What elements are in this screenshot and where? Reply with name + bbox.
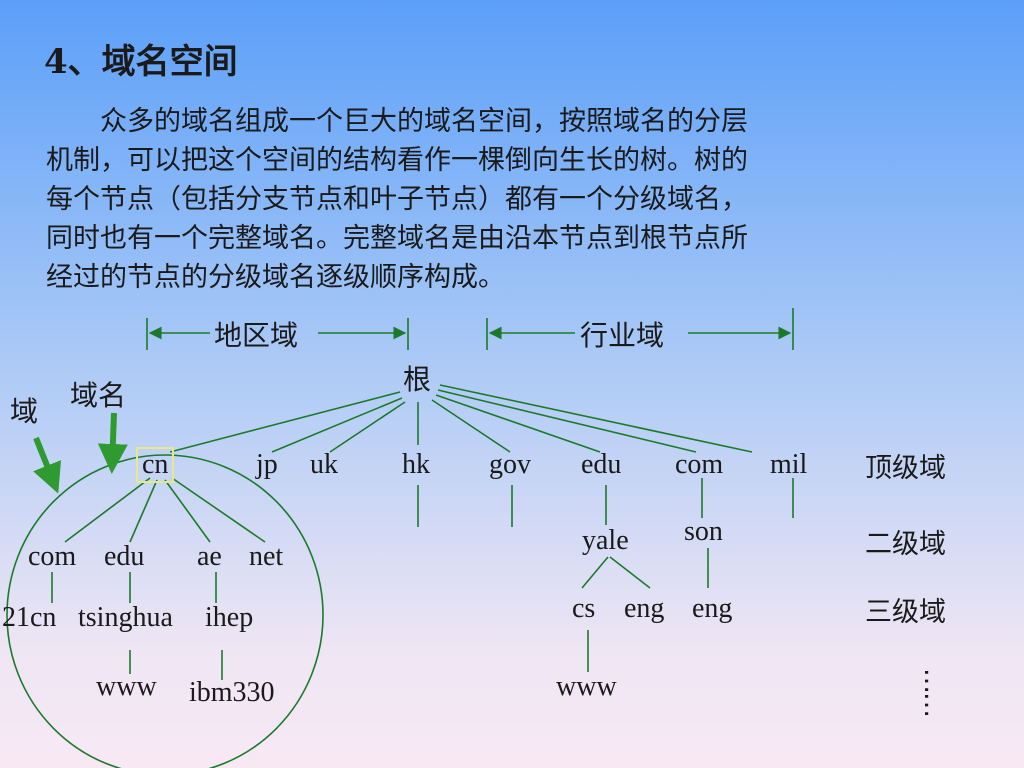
root-node: 根 bbox=[403, 363, 432, 396]
domain-pointer-arrow bbox=[33, 436, 62, 494]
tree-diagram-lines bbox=[6, 308, 794, 768]
top-level-label: 顶级域 bbox=[865, 453, 946, 484]
node-tsinghua: tsinghua bbox=[78, 602, 173, 633]
region-domain-label: 地区域 bbox=[214, 319, 299, 352]
more-levels-ellipsis: …… bbox=[918, 668, 948, 716]
node-cs: cs bbox=[572, 593, 596, 624]
node-son-eng: eng bbox=[692, 593, 733, 624]
node-ihep: ihep bbox=[205, 602, 254, 633]
edge-root-jp bbox=[271, 397, 403, 453]
domain-label: 域 bbox=[10, 395, 39, 428]
node-21cn: 21cn bbox=[2, 602, 57, 633]
node-gov: gov bbox=[489, 449, 531, 480]
node-mil: mil bbox=[770, 449, 808, 480]
domain-name-label: 域名 bbox=[70, 379, 127, 412]
node-cn-net: net bbox=[249, 541, 284, 572]
node-hk: hk bbox=[402, 449, 430, 480]
edge-cn-com bbox=[64, 477, 151, 543]
domain-name-pointer-arrow bbox=[97, 412, 128, 474]
node-edu: edu bbox=[581, 449, 622, 480]
node-son: son bbox=[684, 516, 723, 547]
node-cn-edu: edu bbox=[104, 541, 145, 572]
node-cn-com: com bbox=[28, 541, 77, 572]
edge-yale-cs bbox=[581, 556, 609, 589]
third-level-label: 三级域 bbox=[865, 597, 946, 628]
edge-root-com bbox=[437, 389, 697, 453]
second-level-label: 二级域 bbox=[865, 529, 946, 560]
node-cn: cn bbox=[135, 447, 175, 483]
node-tsinghua-www: www bbox=[96, 671, 157, 702]
industry-domain-label: 行业域 bbox=[580, 319, 665, 352]
node-cn-ae: ae bbox=[197, 541, 222, 572]
node-yale: yale bbox=[582, 525, 629, 556]
node-cs-www: www bbox=[556, 671, 617, 702]
edge-root-uk bbox=[329, 401, 406, 453]
node-com: com bbox=[675, 449, 724, 480]
node-yale-eng: eng bbox=[624, 593, 665, 624]
node-jp: jp bbox=[256, 449, 278, 480]
node-ibm330: ibm330 bbox=[189, 677, 275, 708]
node-uk: uk bbox=[310, 449, 338, 480]
edge-root-cn bbox=[169, 391, 401, 453]
edge-root-mil bbox=[439, 384, 753, 453]
edge-yale-eng bbox=[609, 556, 651, 589]
